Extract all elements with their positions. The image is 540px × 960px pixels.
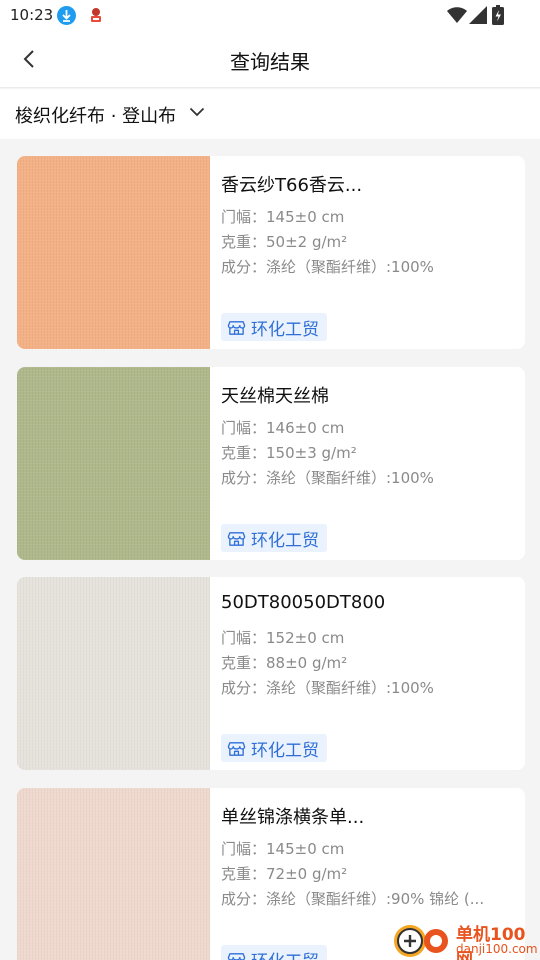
product-weight: 克重：50±2 g/m² [221, 233, 348, 251]
app-notification-icon [91, 8, 101, 22]
supplier-tag[interactable]: 环化工贸 [221, 945, 327, 960]
product-composition: 成分：涤纶（聚酯纤维）:100% [221, 258, 434, 276]
product-card[interactable]: 50DT80050DT800 门幅：152±0 cm 克重：88±0 g/m² … [17, 577, 525, 770]
product-width: 门幅：145±0 cm [221, 840, 345, 858]
fabric-swatch-image [17, 577, 210, 770]
product-name: 50DT80050DT800 [221, 592, 386, 613]
product-card[interactable]: 天丝棉天丝棉 门幅：146±0 cm 克重：150±3 g/m² 成分：涤纶（聚… [17, 367, 525, 560]
product-width: 门幅：146±0 cm [221, 419, 345, 437]
supplier-tag[interactable]: 环化工贸 [221, 313, 327, 341]
category-filter[interactable]: 梭织化纤布 · 登山布 [0, 89, 540, 139]
supplier-name: 环化工贸 [251, 530, 319, 551]
product-width: 门幅：145±0 cm [221, 208, 345, 226]
store-icon [227, 320, 246, 335]
download-icon [57, 6, 76, 25]
status-time: 10:23 [10, 6, 54, 24]
store-icon [227, 741, 246, 756]
watermark-url: danji100.com [456, 942, 538, 956]
supplier-tag[interactable]: 环化工贸 [221, 734, 327, 762]
signal-icon [469, 6, 487, 24]
supplier-tag[interactable]: 环化工贸 [221, 524, 327, 552]
watermark-icon [394, 925, 448, 957]
battery-icon [492, 5, 504, 25]
product-weight: 克重：72±0 g/m² [221, 865, 348, 883]
product-name: 天丝棉天丝棉 [221, 386, 329, 407]
store-icon [227, 531, 246, 546]
product-card[interactable]: 香云纱T66香云... 门幅：145±0 cm 克重：50±2 g/m² 成分：… [17, 156, 525, 349]
wifi-icon [447, 7, 467, 23]
status-bar: 10:23 [0, 0, 540, 32]
product-name: 单丝锦涤横条单... [221, 807, 365, 828]
watermark-logo: 单机100网 danji100.com [390, 918, 540, 960]
nav-bar: 查询结果 [0, 32, 540, 88]
product-composition: 成分：涤纶（聚酯纤维）:90% 锦纶 (... [221, 890, 485, 908]
product-name: 香云纱T66香云... [221, 175, 363, 196]
product-width: 门幅：152±0 cm [221, 629, 345, 647]
supplier-name: 环化工贸 [251, 947, 319, 960]
product-composition: 成分：涤纶（聚酯纤维）:100% [221, 469, 434, 487]
product-weight: 克重：150±3 g/m² [221, 444, 357, 462]
page-title: 查询结果 [230, 50, 310, 74]
supplier-name: 环化工贸 [251, 319, 319, 340]
product-composition: 成分：涤纶（聚酯纤维）:100% [221, 679, 434, 697]
fabric-swatch-image [17, 156, 210, 349]
fabric-swatch-image [17, 788, 210, 960]
store-icon [227, 952, 246, 960]
category-filter-label: 梭织化纤布 · 登山布 [15, 106, 177, 127]
fabric-swatch-image [17, 367, 210, 560]
chevron-down-icon[interactable] [189, 107, 205, 117]
product-weight: 克重：88±0 g/m² [221, 654, 348, 672]
supplier-name: 环化工贸 [251, 740, 319, 761]
